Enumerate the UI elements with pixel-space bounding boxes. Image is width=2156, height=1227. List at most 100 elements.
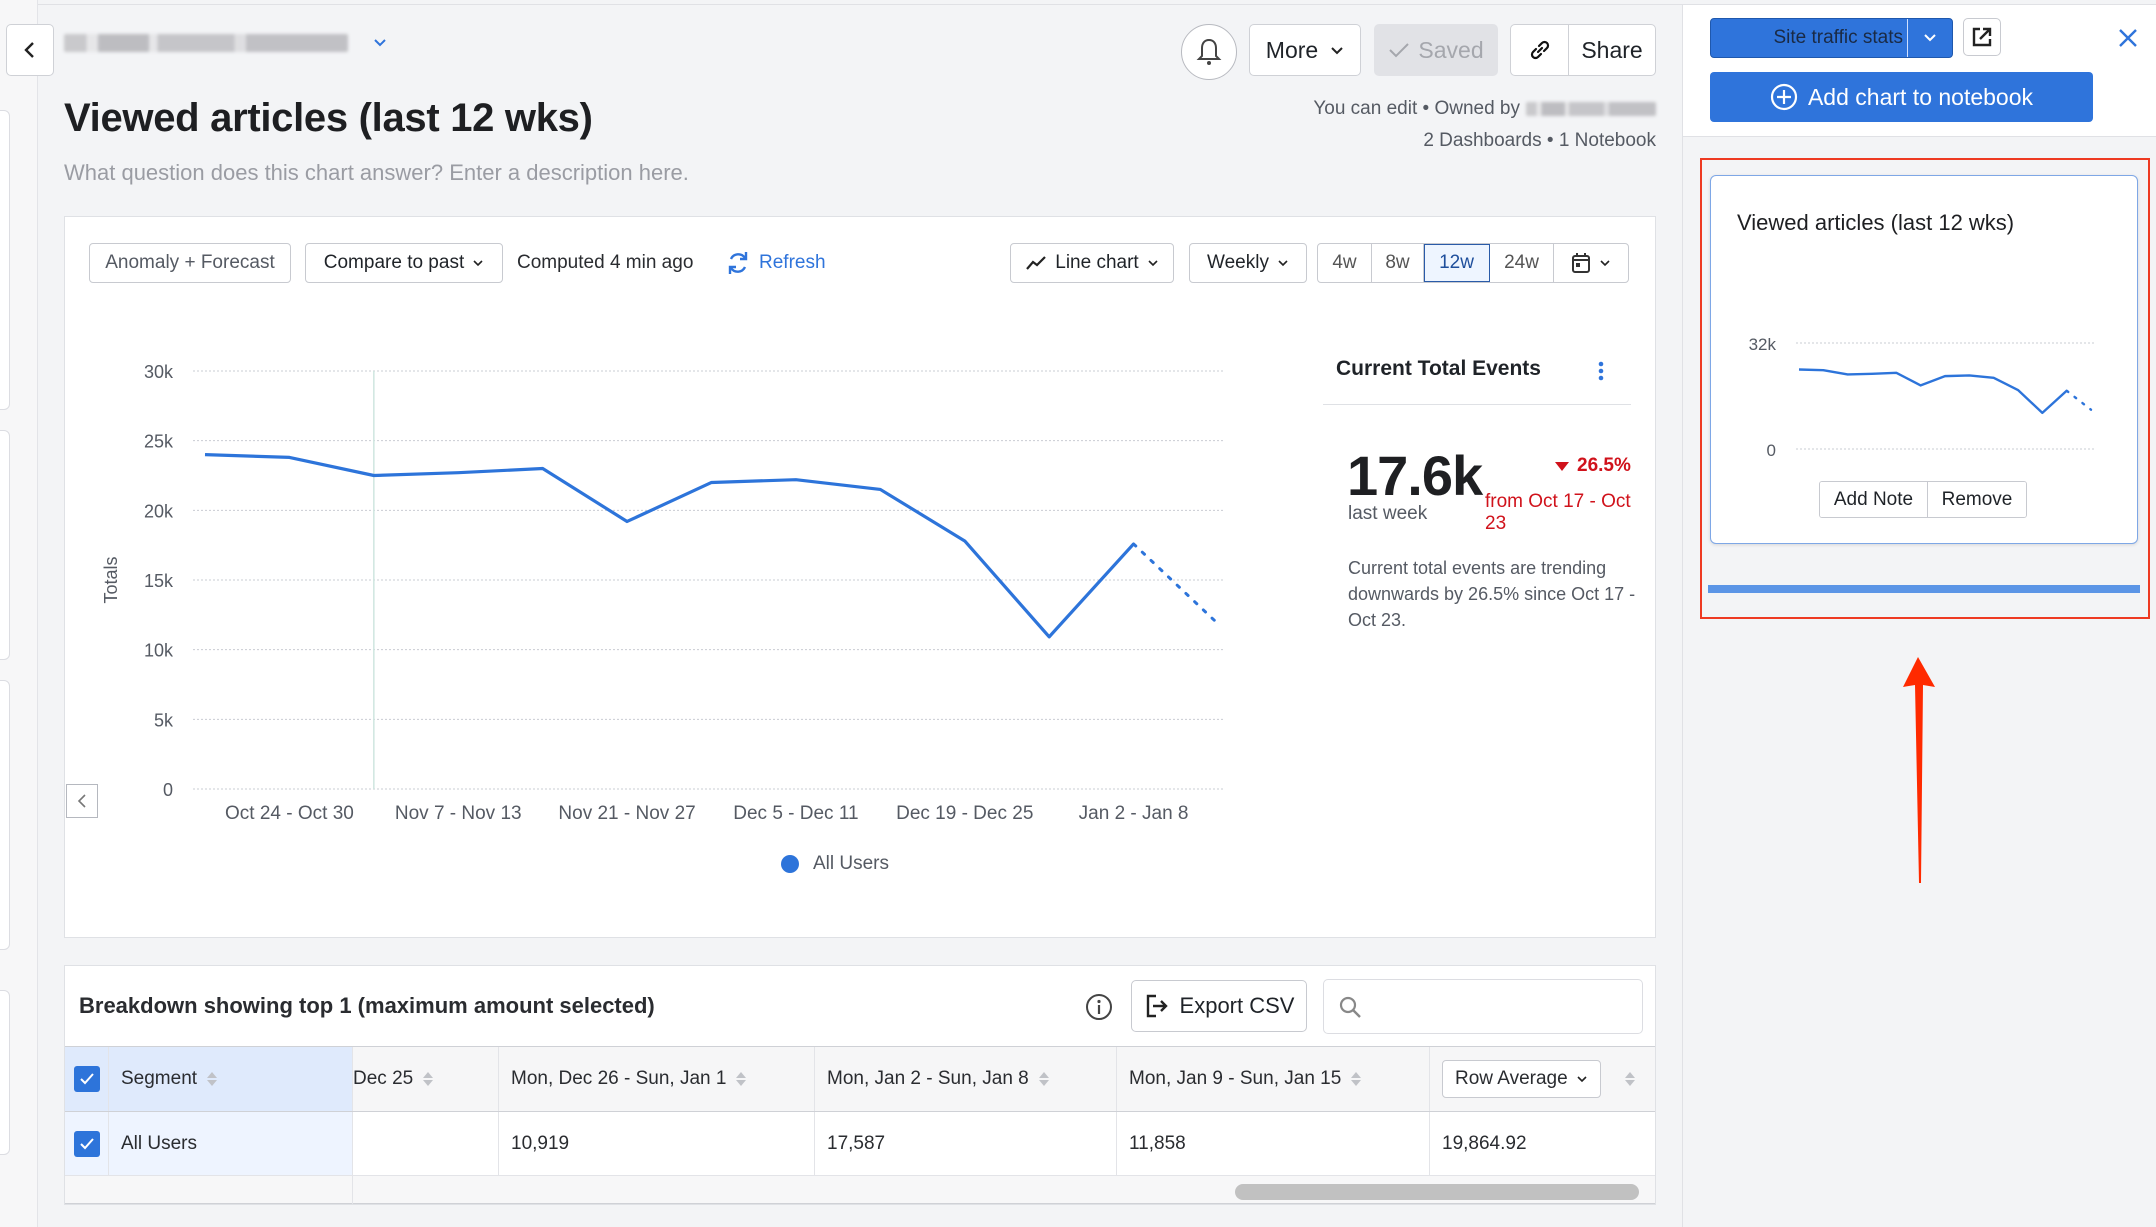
notebook-select[interactable]: Site traffic stats	[1710, 18, 1953, 58]
range-label: 4w	[1332, 252, 1357, 273]
back-button[interactable]	[6, 24, 54, 76]
notebook-select-toggle[interactable]	[1908, 19, 1952, 57]
select-all-checkbox[interactable]	[65, 1047, 109, 1111]
add-chart-label: Add chart to notebook	[1807, 83, 2034, 110]
more-button[interactable]: More	[1249, 24, 1361, 76]
range-8w[interactable]: 8w	[1372, 244, 1424, 282]
x-tick-label: Oct 24 - Oct 30	[225, 803, 354, 824]
range-4w[interactable]: 4w	[1318, 244, 1372, 282]
check-icon	[1389, 43, 1410, 58]
y-tick-label: 30k	[144, 362, 174, 382]
legend-label: All Users	[813, 853, 890, 874]
open-notebook-button[interactable]	[1963, 18, 2001, 56]
mini-series-line	[1798, 368, 2068, 415]
left-rail-card[interactable]	[0, 430, 10, 660]
export-icon	[1146, 994, 1168, 1018]
mini-line-chart: 32k 0	[1749, 335, 2096, 460]
edit-owner-text: You can edit • Owned by	[1313, 98, 1520, 119]
y-tick-label: 0	[163, 780, 173, 800]
date-range-selector: 4w 8w 12w 24w	[1317, 243, 1629, 283]
breadcrumb-redacted-text	[64, 34, 348, 52]
column-header-row-average: Row Average	[1430, 1047, 1655, 1111]
cell-segment[interactable]: All Users	[109, 1112, 353, 1175]
column-header-week[interactable]: Mon, Jan 2 - Sun, Jan 8	[815, 1047, 1117, 1111]
horizontal-scrollbar[interactable]	[1235, 1184, 1639, 1200]
share-button[interactable]: Share	[1569, 25, 1655, 75]
sort-icon	[207, 1072, 218, 1086]
notebook-chart-card[interactable]: Viewed articles (last 12 wks) 32k 0 Add N…	[1710, 175, 2138, 544]
chart-legend: All Users	[781, 853, 889, 875]
y-tick-label: 10k	[144, 641, 174, 661]
custom-date-range-button[interactable]	[1554, 244, 1628, 282]
range-24w[interactable]: 24w	[1490, 244, 1554, 282]
saved-label: Saved	[1418, 36, 1484, 63]
column-header-segment[interactable]: Segment	[109, 1047, 353, 1111]
kebab-menu-icon[interactable]	[1595, 359, 1607, 383]
left-rail-card[interactable]	[0, 110, 10, 410]
dashboards-notebooks-link[interactable]: 2 Dashboards • 1 Notebook	[1423, 130, 1656, 152]
left-rail-card[interactable]	[0, 990, 10, 1155]
column-label: Mon, Jan 2 - Sun, Jan 8	[827, 1068, 1029, 1089]
kpi-value: 17.6k	[1347, 444, 1483, 507]
left-rail	[0, 0, 38, 1227]
sort-icon	[1351, 1072, 1362, 1086]
kpi-description: Current total events are trending downwa…	[1348, 558, 1636, 630]
subscribe-button[interactable]	[1181, 24, 1237, 80]
saved-button[interactable]: Saved	[1374, 24, 1498, 76]
checkbox-checked	[74, 1066, 100, 1092]
left-rail-card[interactable]	[0, 680, 10, 950]
row-checkbox[interactable]	[65, 1112, 109, 1175]
info-icon[interactable]	[1085, 993, 1113, 1021]
kpi-change: 26.5%	[1555, 455, 1631, 477]
line-chart[interactable]: 0 5k 10k 15k 20k 25k 30k Totals Oct 24 - Oct 30 N…	[65, 217, 1305, 917]
column-header-week[interactable]: Mon, Jan 9 - Sun, Jan 15	[1117, 1047, 1430, 1111]
external-link-icon	[1972, 27, 1992, 47]
copy-link-button[interactable]	[1511, 25, 1569, 75]
remove-label: Remove	[1941, 488, 2013, 510]
column-header-week[interactable]: Mon, Dec 26 - Sun, Jan 1	[499, 1047, 815, 1111]
chevron-down-icon	[1331, 46, 1343, 54]
bell-icon	[1196, 38, 1222, 65]
table-row: All Users 10,919 17,587 11,858 19,864.92	[65, 1112, 1655, 1176]
column-label: Dec 25	[353, 1068, 414, 1089]
sort-icon[interactable]	[1624, 1072, 1635, 1086]
add-chart-to-notebook-button[interactable]: Add chart to notebook	[1710, 72, 2093, 122]
sort-icon	[423, 1072, 434, 1086]
notebook-select-label: Site traffic stats	[1711, 19, 1908, 57]
row-average-dropdown[interactable]: Row Average	[1442, 1060, 1601, 1098]
kpi-change-value: 26.5%	[1577, 455, 1631, 476]
kpi-divider	[1323, 404, 1631, 405]
y-tick-label: 20k	[144, 501, 174, 521]
range-12w[interactable]: 12w	[1424, 244, 1490, 282]
pan-left-button[interactable]	[66, 784, 98, 818]
x-tick-label: Nov 7 - Nov 13	[395, 803, 522, 824]
range-label: 24w	[1504, 252, 1539, 273]
remove-button[interactable]: Remove	[1928, 482, 2026, 517]
share-group: Share	[1510, 24, 1656, 76]
export-csv-button[interactable]: Export CSV	[1131, 980, 1307, 1032]
page-title: Viewed articles (last 12 wks)	[64, 96, 593, 140]
add-note-button[interactable]: Add Note	[1820, 482, 1928, 517]
owner-name-redacted[interactable]	[1526, 102, 1656, 116]
column-label: Mon, Jan 9 - Sun, Jan 15	[1129, 1068, 1342, 1089]
breadcrumb[interactable]	[64, 34, 388, 52]
check-icon	[80, 1137, 94, 1149]
close-icon[interactable]	[2115, 25, 2141, 51]
chevron-down-icon	[374, 39, 386, 47]
link-icon	[1530, 40, 1549, 60]
column-label: Segment	[121, 1068, 198, 1089]
frozen-column-spacer	[65, 1176, 353, 1204]
range-label: 8w	[1385, 252, 1410, 273]
sort-icon	[1038, 1072, 1049, 1086]
description-field[interactable]: What question does this chart answer? En…	[64, 160, 689, 186]
column-header-week[interactable]: Dec 25	[353, 1047, 499, 1111]
plus-circle-icon	[1770, 83, 1798, 111]
check-icon	[80, 1073, 94, 1085]
x-tick-label: Dec 19 - Dec 25	[896, 803, 1033, 824]
chevron-down-icon	[1577, 1076, 1587, 1083]
forecast-line	[1132, 542, 1220, 626]
cell-row-average: 19,864.92	[1442, 1132, 1527, 1154]
notebook-panel: Site traffic stats Add chart to notebook…	[1682, 5, 2156, 1227]
breakdown-search-input[interactable]	[1323, 979, 1643, 1034]
x-tick-label: Jan 2 - Jan 8	[1079, 803, 1189, 824]
